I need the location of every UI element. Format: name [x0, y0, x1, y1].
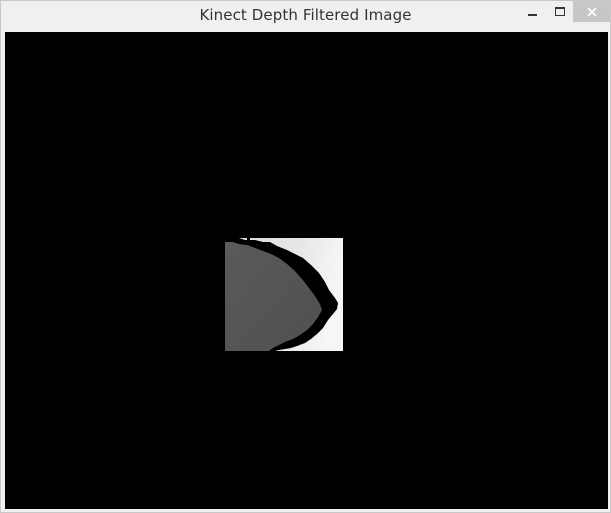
close-button[interactable]: [573, 1, 610, 22]
app-window: Kinect Depth Filtered Image: [0, 0, 611, 513]
maximize-icon: [554, 7, 565, 16]
close-icon: [586, 6, 597, 17]
window-controls: [519, 1, 610, 22]
minimize-button[interactable]: [519, 1, 546, 22]
minimize-icon: [528, 13, 537, 16]
maximize-button[interactable]: [546, 1, 573, 22]
depth-image: [225, 238, 343, 351]
title-bar[interactable]: Kinect Depth Filtered Image: [1, 1, 610, 32]
depth-canvas: [5, 32, 608, 509]
